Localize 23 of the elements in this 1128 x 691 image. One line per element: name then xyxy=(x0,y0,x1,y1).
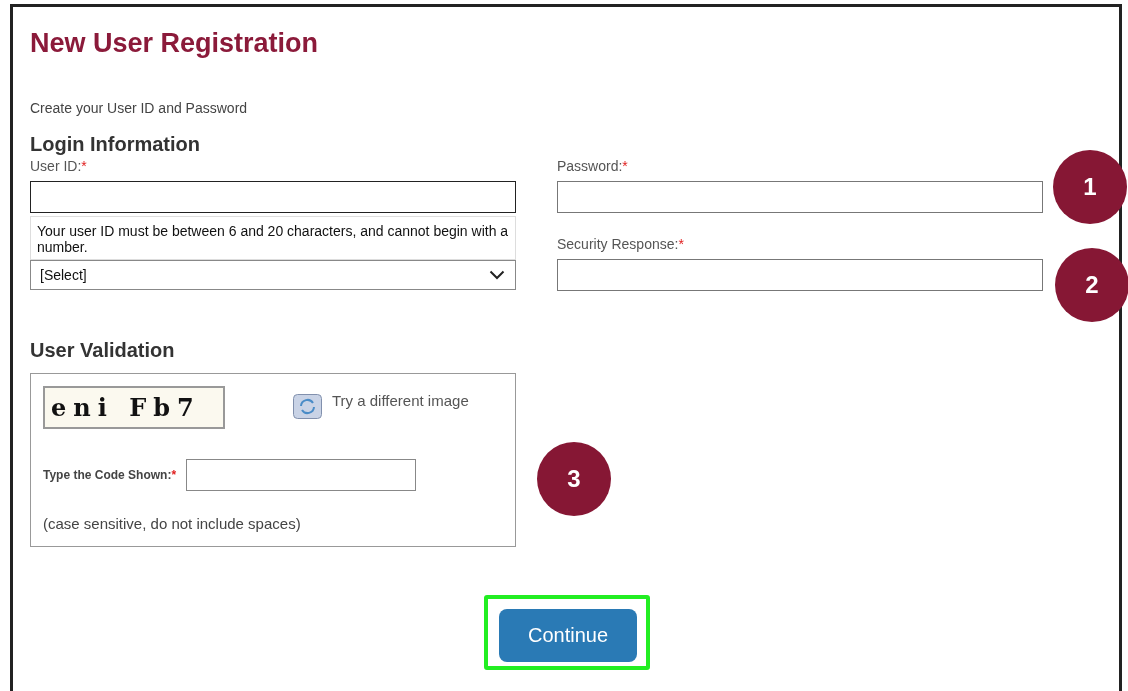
refresh-icon[interactable] xyxy=(293,394,322,419)
callout-badge: 1 xyxy=(1053,150,1127,224)
field-label: Type the Code Shown:* xyxy=(43,468,177,482)
field-label: Password:* xyxy=(557,157,629,175)
page-title: New User Registration xyxy=(30,27,320,60)
code-field[interactable] xyxy=(186,459,417,491)
note-text: (case sensitive, do not include spaces) xyxy=(43,515,302,532)
field-hint-tooltip: Your user ID must be between 6 and 20 characters, and cannot begin with a number. xyxy=(30,216,516,260)
password-field[interactable] xyxy=(557,181,1043,213)
field-label: Security Response:* xyxy=(557,235,685,253)
captcha-image: eni Fb7 xyxy=(43,386,225,429)
callout-badge: 2 xyxy=(1055,248,1128,322)
question-select[interactable]: [Select] xyxy=(30,260,516,290)
security-response-field[interactable] xyxy=(557,259,1043,291)
try-different-image-link[interactable]: Try a different image xyxy=(332,392,469,409)
callout-badge: 3 xyxy=(537,442,611,516)
continue-button[interactable]: Continue xyxy=(499,609,637,662)
section-heading: Login Information xyxy=(30,132,201,157)
section-heading: User Validation xyxy=(30,338,176,363)
subtitle: Create your User ID and Password xyxy=(30,99,249,117)
chevron-down-icon xyxy=(489,270,505,280)
user-id-field[interactable] xyxy=(30,181,516,213)
field-label: User ID:* xyxy=(30,157,88,175)
